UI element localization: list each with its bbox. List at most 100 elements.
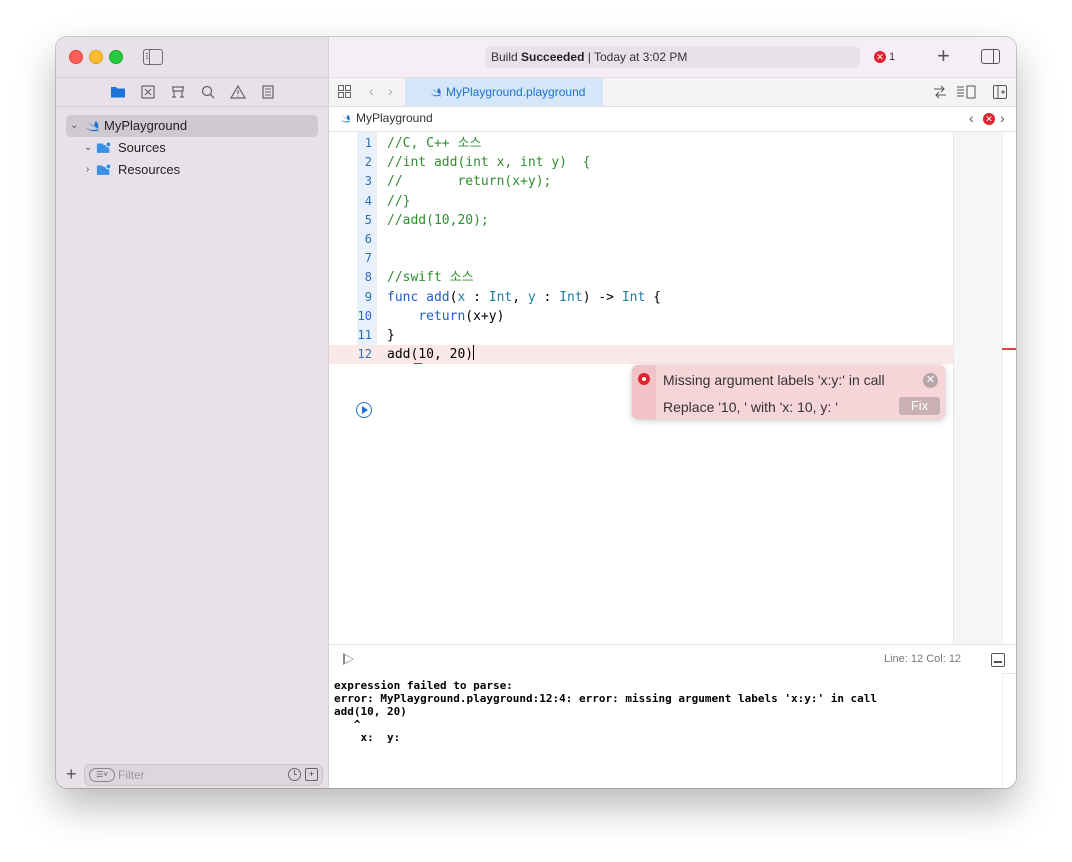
add-file-button[interactable]: + xyxy=(66,763,77,785)
console-line: add(10, 20) xyxy=(334,705,407,718)
sidebar-toggle-icon[interactable] xyxy=(143,49,163,65)
filter-field[interactable]: ☰˅ Filter + xyxy=(84,764,323,786)
code-line[interactable]: 11} xyxy=(329,326,953,345)
debug-bar: Line: 12 Col: 12 xyxy=(329,644,1016,674)
swift-icon xyxy=(86,121,99,132)
console-line: expression failed to parse: xyxy=(334,679,513,692)
line-number: 9 xyxy=(364,289,372,304)
status-suffix: | Today at 3:02 PM xyxy=(584,50,688,64)
code-text: //} xyxy=(387,193,411,209)
inspector-toggle-icon[interactable] xyxy=(981,49,1000,64)
chevron-right-icon[interactable]: › xyxy=(86,159,96,181)
line-number: 12 xyxy=(357,347,372,362)
filter-input[interactable]: Filter xyxy=(118,767,145,783)
execute-icon[interactable] xyxy=(343,653,354,665)
chevron-down-icon[interactable]: ⌄ xyxy=(84,137,94,159)
error-marker xyxy=(1002,348,1016,350)
symbol-navigator-icon[interactable] xyxy=(170,84,186,100)
code-line[interactable]: 12 add(10, 20) xyxy=(329,345,953,365)
swift-icon xyxy=(430,87,441,97)
line-number: 5 xyxy=(364,212,372,227)
source-control-filter-icon[interactable]: + xyxy=(305,768,318,781)
tab-myplayground[interactable]: MyPlayground.playground xyxy=(405,78,603,106)
console-scrollbar[interactable] xyxy=(1002,673,1016,788)
line-number: 11 xyxy=(357,328,372,342)
forward-button[interactable]: › xyxy=(388,82,393,100)
code-text: add(10, 20) xyxy=(387,345,475,363)
code-line[interactable]: 7 xyxy=(329,249,953,268)
window-toolbar: Build Succeeded | Today at 3:02 PM ✕ 1 + xyxy=(329,37,1016,77)
code-text: func add(x : Int, y : Int) -> Int { xyxy=(387,289,661,305)
tree-item-sources[interactable]: ⌄ Sources xyxy=(66,137,318,159)
error-icon[interactable]: ✕ xyxy=(874,51,886,63)
code-line[interactable]: 4 //} xyxy=(329,192,953,211)
code-line[interactable]: 6 xyxy=(329,230,953,249)
console-output[interactable]: expression failed to parse: error: MyPlay… xyxy=(329,673,1002,788)
split-editor-icon[interactable] xyxy=(993,85,1007,99)
status-bold: Succeeded xyxy=(521,50,585,64)
error-icon xyxy=(638,373,650,385)
line-number: 10 xyxy=(357,308,372,323)
back-button[interactable]: ‹ xyxy=(369,82,374,100)
xcode-window: ⌄ MyPlayground ⌄ Sources › Resources + ☰… xyxy=(56,37,1016,788)
code-text: return(x+y) xyxy=(418,308,505,324)
tree-item-label: MyPlayground xyxy=(104,118,188,133)
minimize-window-button[interactable] xyxy=(89,50,103,64)
report-navigator-icon[interactable] xyxy=(260,84,276,100)
editor-scrollbar[interactable] xyxy=(1002,132,1016,644)
status-prefix: Build xyxy=(491,50,522,64)
editor-options-icon[interactable] xyxy=(956,85,976,99)
related-items-icon[interactable] xyxy=(338,85,351,98)
source-control-icon[interactable] xyxy=(140,84,156,100)
code-line[interactable]: 10 return(x+y) xyxy=(329,307,953,326)
line-number: 3 xyxy=(364,174,372,189)
filter-options-icon[interactable]: ☰˅ xyxy=(89,768,115,782)
tree-item-resources[interactable]: › Resources xyxy=(66,159,318,181)
run-playground-button[interactable] xyxy=(356,402,372,418)
fix-description: Replace '10, ' with 'x: 10, y: ' xyxy=(663,399,838,415)
code-line[interactable]: 9 func add(x : Int, y : Int) -> Int { xyxy=(329,288,953,307)
code-line[interactable]: 5 //add(10,20); xyxy=(329,211,953,230)
tab-label: MyPlayground.playground xyxy=(446,85,586,99)
zoom-window-button[interactable] xyxy=(109,50,123,64)
activity-status: Build Succeeded | Today at 3:02 PM xyxy=(485,46,860,68)
console-line: x: y: xyxy=(334,731,407,744)
folder-icon xyxy=(96,163,112,175)
error-icon[interactable]: ✕ xyxy=(983,113,995,125)
tree-item-label: Resources xyxy=(118,162,181,177)
jump-bar-file[interactable]: MyPlayground xyxy=(356,106,433,131)
code-line[interactable]: 2 //int add(int x, int y) { xyxy=(329,153,953,172)
line-number: 8 xyxy=(364,270,372,285)
code-line[interactable]: 3 // return(x+y); xyxy=(329,172,953,191)
code-line[interactable]: 1 //C, C++ 소스 xyxy=(329,134,953,153)
previous-issue-button[interactable]: ‹ xyxy=(969,106,974,131)
editor-area: Build Succeeded | Today at 3:02 PM ✕ 1 +… xyxy=(329,37,1016,788)
navigator-tabs xyxy=(56,77,328,107)
tree-item-myplayground[interactable]: ⌄ MyPlayground xyxy=(66,115,318,137)
library-add-button[interactable]: + xyxy=(937,42,950,70)
find-icon[interactable] xyxy=(200,84,216,100)
next-issue-button[interactable]: › xyxy=(1000,106,1005,131)
code-text: // return(x+y); xyxy=(387,174,552,190)
console-line: error: MyPlayground.playground:12:4: err… xyxy=(334,692,878,705)
line-number: 7 xyxy=(364,251,372,266)
line-number: 6 xyxy=(364,232,372,246)
fix-button[interactable]: Fix xyxy=(899,397,940,415)
recent-files-icon[interactable] xyxy=(288,768,301,781)
chevron-down-icon[interactable]: ⌄ xyxy=(70,115,80,137)
swap-icon[interactable] xyxy=(933,85,947,99)
code-line[interactable]: 8 //swift 소스 xyxy=(329,268,953,287)
error-count[interactable]: 1 xyxy=(889,48,895,66)
close-icon[interactable]: ✕ xyxy=(923,373,938,388)
editor-tab-bar: ‹ › MyPlayground.playground xyxy=(329,77,1016,107)
project-navigator-icon[interactable] xyxy=(110,84,126,100)
line-number: 1 xyxy=(364,136,372,150)
code-text: //C, C++ 소스 xyxy=(387,136,482,151)
folder-icon xyxy=(96,141,112,153)
close-window-button[interactable] xyxy=(69,50,83,64)
issue-navigator-icon[interactable] xyxy=(230,84,246,100)
console-toggle-icon[interactable] xyxy=(991,653,1005,667)
line-number: 2 xyxy=(364,155,372,170)
jump-bar: MyPlayground ‹ ✕ › xyxy=(329,106,1016,132)
code-text: //swift 소스 xyxy=(387,270,474,286)
